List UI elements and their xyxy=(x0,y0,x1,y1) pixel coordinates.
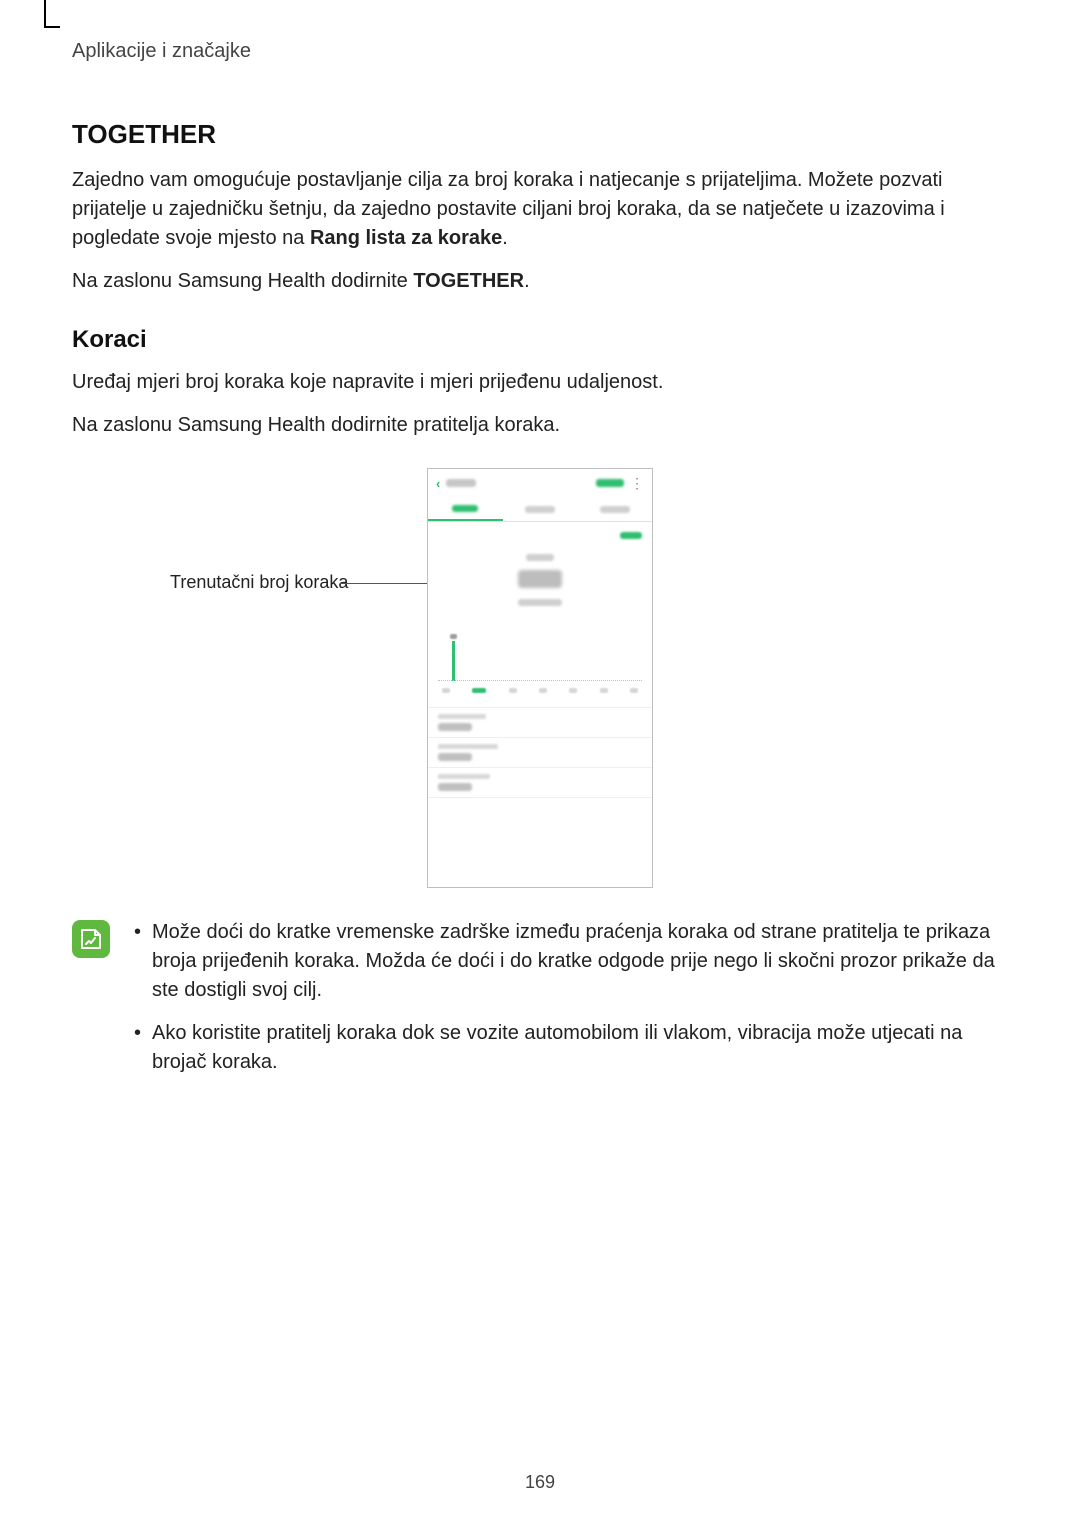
metric-value-blurred xyxy=(438,723,472,731)
phone-tabs xyxy=(428,497,652,522)
note-block: Može doći do kratke vremenske zadrške iz… xyxy=(72,918,1008,1091)
back-icon: ‹ xyxy=(436,476,440,491)
appbar-action-blurred xyxy=(596,479,624,487)
paragraph-together-desc: Zajedno vam omogućuje postavljanje cilja… xyxy=(72,166,1008,253)
metric-row-3 xyxy=(428,767,652,798)
text-bold-together: TOGETHER xyxy=(413,270,524,292)
heading-koraci: Koraci xyxy=(72,326,1008,354)
note-list: Može doći do kratke vremenske zadrške iz… xyxy=(130,918,1008,1091)
figure-steps-screenshot: Trenutačni broj koraka Cilj ‹ ⋮ xyxy=(72,468,1008,888)
today-label-blurred xyxy=(526,554,554,561)
chart-marker xyxy=(450,634,457,639)
paragraph-koraci-desc: Uređaj mjeri broj koraka koje napravite … xyxy=(72,368,1008,397)
note-item-1: Može doći do kratke vremenske zadrške iz… xyxy=(130,918,1008,1005)
metric-value-blurred xyxy=(438,783,472,791)
text: Zajedno vam omogućuje postavljanje cilja… xyxy=(72,169,945,249)
page-number: 169 xyxy=(0,1472,1080,1493)
tab-2 xyxy=(503,497,578,521)
corner-crop-mark xyxy=(44,0,60,28)
header-section-title: Aplikacije i značajke xyxy=(72,40,1008,63)
green-indicator-blurred xyxy=(620,532,642,539)
paragraph-together-instruction: Na zaslonu Samsung Health dodirnite TOGE… xyxy=(72,267,1008,296)
phone-appbar: ‹ ⋮ xyxy=(428,469,652,497)
phone-chart xyxy=(438,621,642,693)
paragraph-koraci-instruction: Na zaslonu Samsung Health dodirnite prat… xyxy=(72,411,1008,440)
text: . xyxy=(502,227,508,249)
note-icon xyxy=(72,920,110,958)
text-bold-ranglista: Rang lista za korake xyxy=(310,227,502,249)
chart-bar xyxy=(452,641,455,681)
metric-label-blurred xyxy=(438,744,498,749)
text: Na zaslonu Samsung Health dodirnite xyxy=(72,270,413,292)
note-item-2: Ako koristite pratitelj koraka dok se vo… xyxy=(130,1019,1008,1077)
tab-3 xyxy=(577,497,652,521)
heading-together: TOGETHER xyxy=(72,119,1008,150)
metric-label-blurred xyxy=(438,774,490,779)
tab-1-active xyxy=(428,497,503,521)
page: Aplikacije i značajke TOGETHER Zajedno v… xyxy=(0,0,1080,1527)
text: . xyxy=(524,270,530,292)
phone-center-area xyxy=(428,544,652,611)
metric-label-blurred xyxy=(438,714,486,719)
phone-metrics-list xyxy=(428,707,652,798)
appbar-title-blurred xyxy=(446,479,476,487)
callout-left-label: Trenutačni broj koraka xyxy=(170,572,348,593)
daily-steps-label-blurred xyxy=(518,599,562,606)
more-icon: ⋮ xyxy=(630,478,644,488)
metric-row-2 xyxy=(428,737,652,767)
chart-x-ticks xyxy=(438,688,642,693)
chart-baseline xyxy=(438,680,642,681)
phone-screenshot: ‹ ⋮ xyxy=(427,468,653,888)
step-count-blurred xyxy=(518,570,562,588)
metric-value-blurred xyxy=(438,753,472,761)
metric-row-1 xyxy=(428,707,652,737)
phone-top-right-indicator xyxy=(428,522,652,544)
